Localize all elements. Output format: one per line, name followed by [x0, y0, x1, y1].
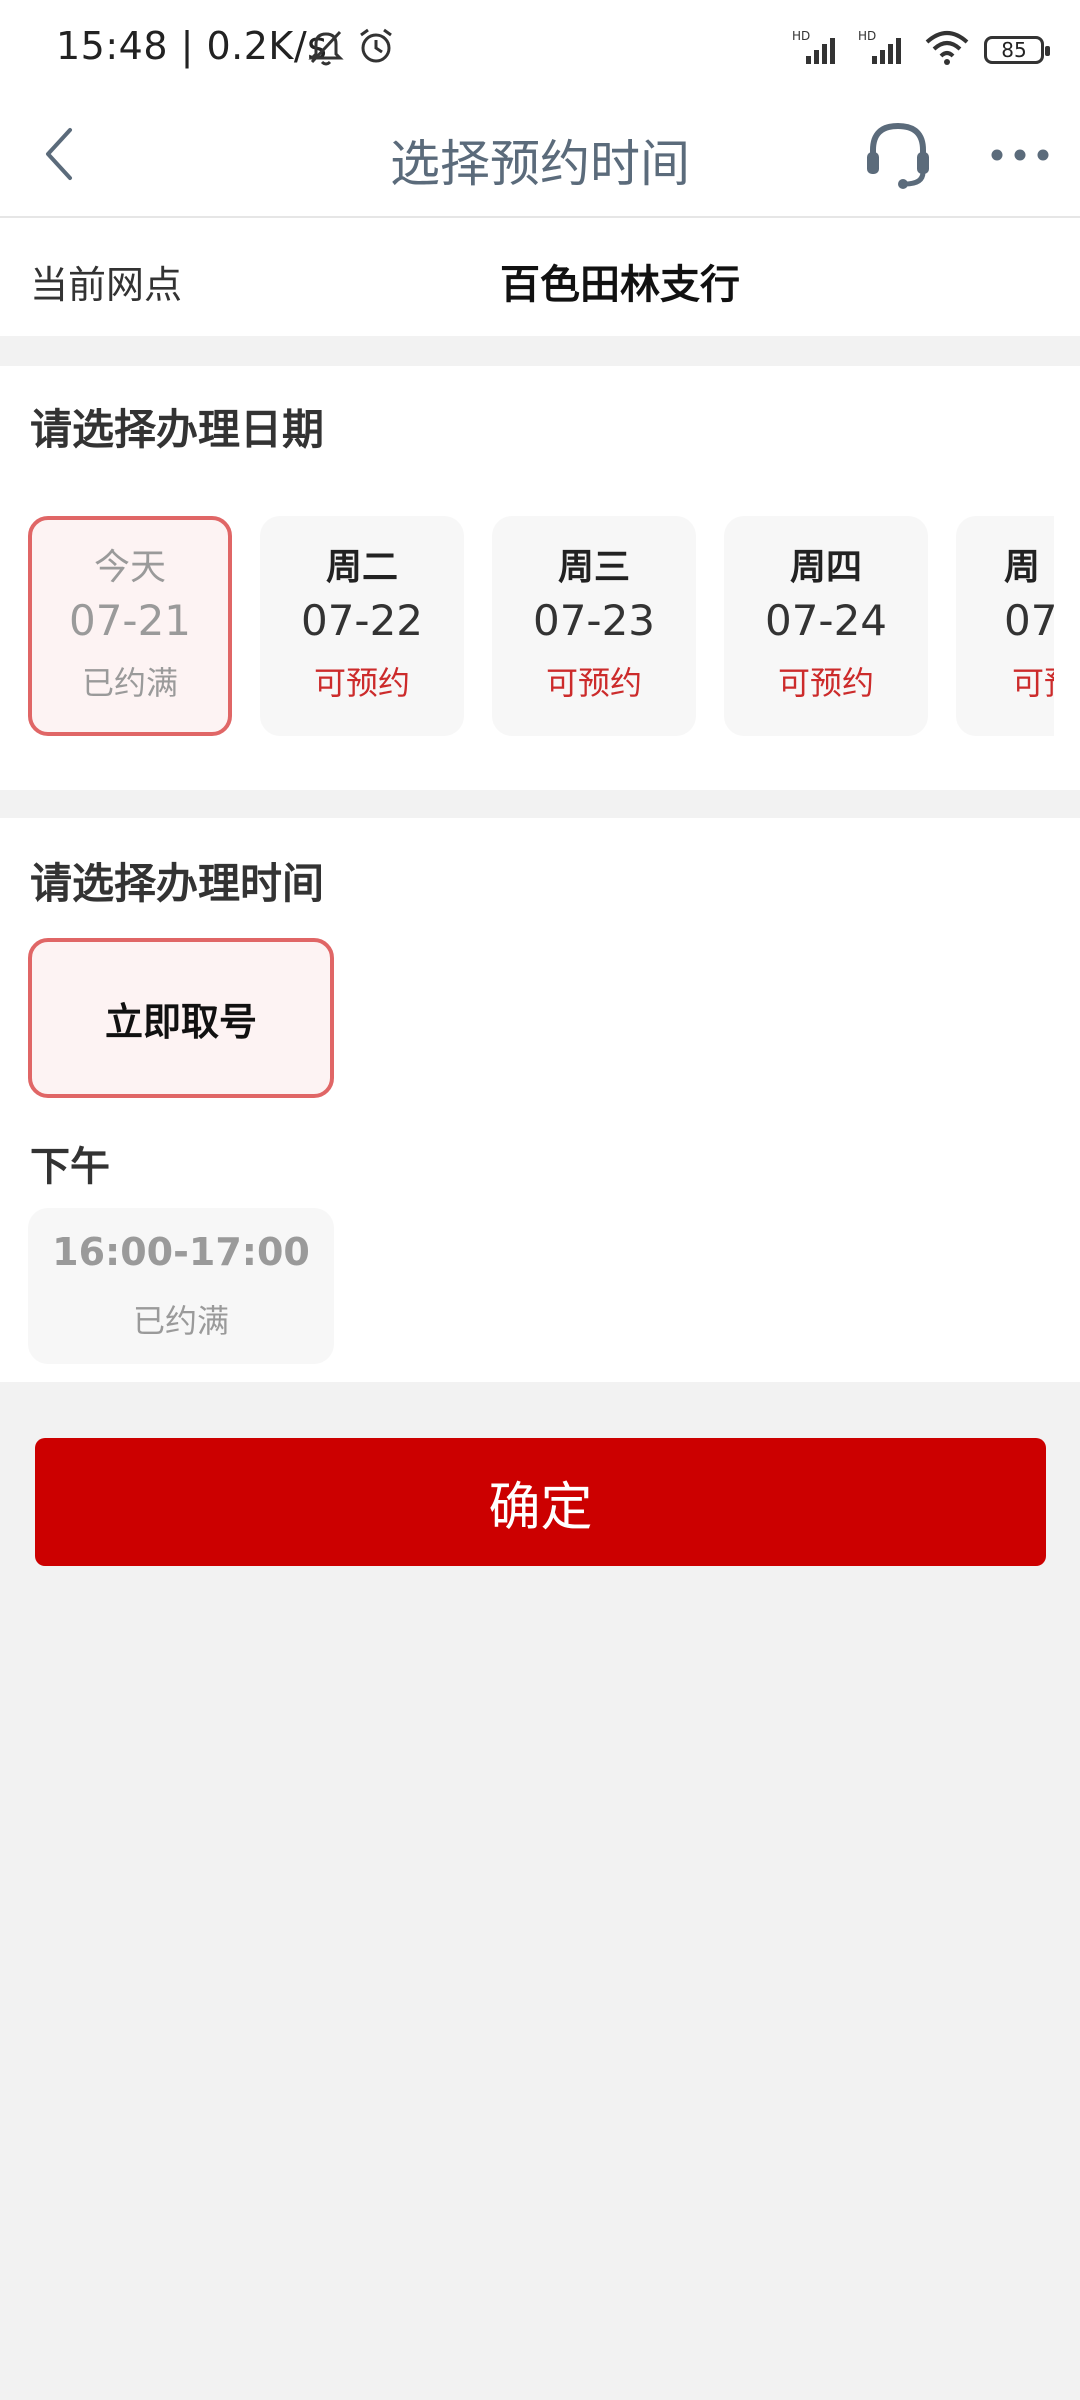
status-right-icons: HD HD 85	[792, 28, 1050, 72]
date-value: 07-22	[300, 596, 424, 645]
date-section-title: 请选择办理日期	[30, 405, 325, 454]
signal-hd-icon: HD	[858, 28, 910, 72]
date-value: 07-21	[68, 596, 192, 645]
date-weekday: 周三	[557, 547, 630, 588]
svg-text:HD: HD	[858, 29, 876, 43]
date-status: 可预约	[545, 664, 642, 702]
time-section: 请选择办理时间 立即取号 下午 16:00-17:00 已约满	[0, 818, 1080, 1382]
time-slot-range: 16:00-17:00	[52, 1230, 310, 1274]
date-status: 可预约	[313, 664, 410, 702]
date-status: 可预	[1012, 664, 1054, 702]
status-bar: 15:48 | 0.2K/s HD HD 85	[0, 0, 1080, 96]
wifi-icon	[924, 28, 970, 72]
date-value: 07-	[1004, 596, 1054, 645]
date-card-today[interactable]: 今天 07-21 已约满	[28, 516, 232, 736]
alarm-icon	[356, 26, 396, 72]
branch-name: 百色田林支行	[500, 262, 740, 308]
more-dots-icon	[990, 147, 1050, 166]
status-left-icons	[306, 26, 396, 72]
customer-service-button[interactable]	[858, 116, 938, 196]
time-slot[interactable]: 16:00-17:00 已约满	[28, 1208, 334, 1364]
date-value: 07-23	[532, 596, 656, 645]
date-card[interactable]: 周三 07-23 可预约	[492, 516, 696, 736]
svg-text:HD: HD	[792, 29, 810, 43]
date-card[interactable]: 周 07- 可预	[956, 516, 1054, 736]
date-status: 已约满	[81, 664, 178, 702]
time-slot-status: 已约满	[132, 1302, 229, 1340]
period-label-afternoon: 下午	[30, 1144, 110, 1190]
status-time: 15:48 | 0.2K/s	[56, 24, 328, 68]
nav-bar: 选择预约时间	[0, 96, 1080, 218]
date-weekday: 周	[1004, 547, 1041, 588]
signal-hd-icon: HD	[792, 28, 844, 72]
battery-icon: 85	[984, 36, 1050, 64]
bell-off-icon	[306, 26, 346, 72]
date-weekday: 周四	[789, 547, 862, 588]
date-weekday: 今天	[93, 547, 166, 588]
branch-label: 当前网点	[30, 263, 183, 307]
date-section: 请选择办理日期 今天 07-21 已约满 周二 07-22 可预约 周三 07-…	[0, 366, 1080, 790]
date-status: 可预约	[777, 664, 874, 702]
time-section-title: 请选择办理时间	[30, 859, 325, 908]
more-button[interactable]	[980, 116, 1060, 196]
headset-icon	[863, 118, 933, 194]
date-value: 07-24	[764, 596, 888, 645]
date-card[interactable]: 周四 07-24 可预约	[724, 516, 928, 736]
date-card[interactable]: 周二 07-22 可预约	[260, 516, 464, 736]
take-number-now-slot[interactable]: 立即取号	[28, 938, 334, 1098]
date-weekday: 周二	[325, 547, 398, 588]
date-scroller[interactable]: 今天 07-21 已约满 周二 07-22 可预约 周三 07-23 可预约 周…	[28, 516, 1054, 740]
branch-row: 当前网点 百色田林支行	[0, 218, 1080, 336]
battery-level: 85	[1001, 38, 1027, 62]
confirm-button[interactable]: 确定	[35, 1438, 1046, 1566]
